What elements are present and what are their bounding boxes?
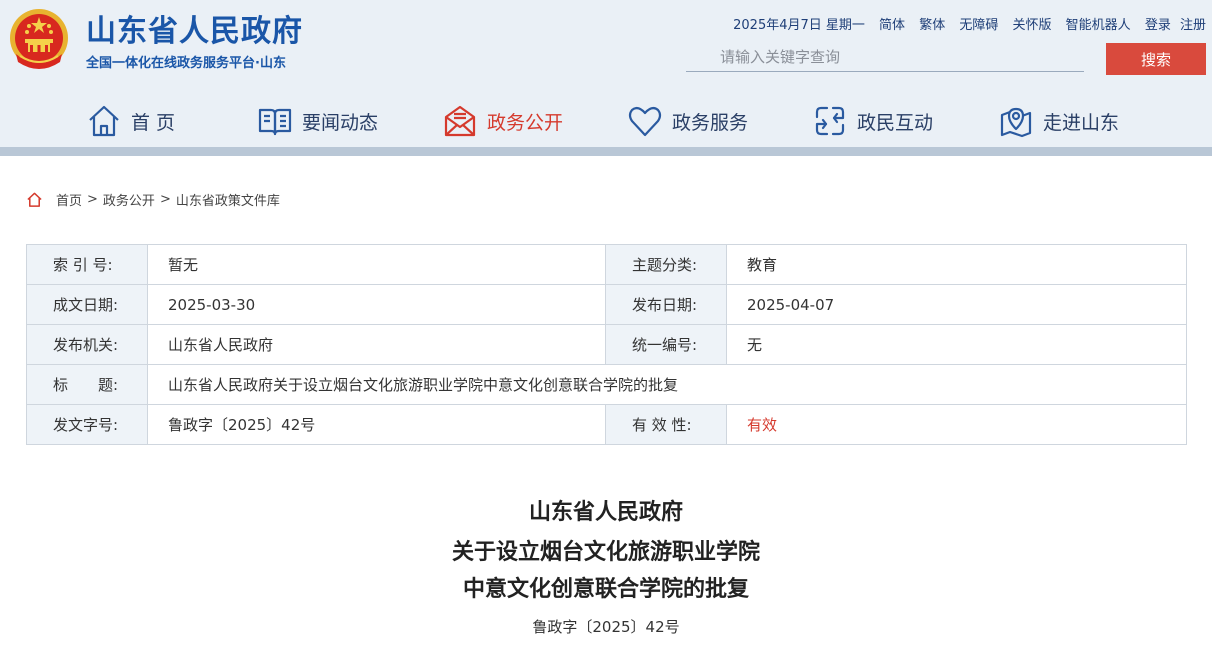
nav-label: 要闻动态 [302, 111, 379, 134]
table-row: 发文字号: 鲁政字〔2025〕42号 有 效 性: 有效 [26, 404, 1187, 445]
nav-item-about-shandong[interactable]: 走进山东 [998, 96, 1119, 146]
breadcrumb-separator: > [87, 192, 98, 207]
unified-code-label: 统一编号: [605, 324, 727, 365]
created-date-value: 2025-03-30 [147, 284, 606, 325]
breadcrumb-gov-affairs[interactable]: 政务公开 [103, 190, 155, 209]
link-login[interactable]: 登录 [1145, 18, 1171, 33]
current-date: 2025年4月7日 星期一 [733, 18, 865, 33]
nav-item-gov-affairs[interactable]: 政务公开 [442, 96, 563, 146]
link-smart-robot[interactable]: 智能机器人 [1066, 18, 1131, 33]
nav-label: 政民互动 [857, 111, 934, 134]
link-accessibility[interactable]: 无障碍 [959, 18, 998, 33]
mail-icon [444, 105, 476, 137]
issuer-label: 发布机关: [26, 324, 148, 365]
nav-label: 政务公开 [487, 111, 564, 134]
map-pin-icon [1000, 107, 1032, 138]
topic-value: 教育 [726, 244, 1187, 285]
main-nav: 首 页 要闻动态 政务公开 政务服务 政民互动 走进山东 [0, 96, 1212, 146]
breadcrumb-home[interactable]: 首页 [56, 190, 82, 209]
search-input[interactable] [686, 42, 1084, 72]
exchange-icon [815, 106, 845, 136]
search-button[interactable]: 搜索 [1106, 43, 1206, 75]
nav-label: 走进山东 [1043, 111, 1120, 134]
nav-item-interaction[interactable]: 政民互动 [812, 96, 933, 146]
breadcrumb-policy-library[interactable]: 山东省政策文件库 [176, 190, 280, 209]
header: 山东省人民政府 全国一体化在线政务服务平台·山东 2025年4月7日 星期一 简… [0, 0, 1212, 150]
doc-number-value: 鲁政字〔2025〕42号 [147, 404, 606, 445]
validity-label: 有 效 性: [605, 404, 727, 445]
national-emblem-icon [10, 9, 68, 69]
book-icon [258, 108, 292, 136]
home-icon [27, 192, 42, 207]
link-register[interactable]: 注册 [1180, 18, 1206, 33]
top-links: 2025年4月7日 星期一 简体 繁体 无障碍 关怀版 智能机器人 登录 注册 [733, 14, 1206, 33]
document-metadata-table: 索 引 号: 暂无 主题分类: 教育 成文日期: 2025-03-30 发布日期… [26, 244, 1187, 445]
link-simplified[interactable]: 简体 [879, 18, 905, 33]
created-date-label: 成文日期: [26, 284, 148, 325]
link-traditional[interactable]: 繁体 [919, 18, 945, 33]
site-title[interactable]: 山东省人民政府 [86, 6, 303, 50]
index-label: 索 引 号: [26, 244, 148, 285]
nav-label: 首 页 [131, 111, 176, 134]
breadcrumb-separator: > [159, 192, 171, 207]
published-date-value: 2025-04-07 [726, 284, 1187, 325]
link-elderly-mode[interactable]: 关怀版 [1013, 18, 1052, 33]
nav-item-news[interactable]: 要闻动态 [257, 96, 378, 146]
doc-number-label: 发文字号: [26, 404, 148, 445]
heart-icon [628, 106, 662, 137]
table-row: 索 引 号: 暂无 主题分类: 教育 [26, 244, 1187, 285]
nav-item-services[interactable]: 政务服务 [627, 96, 748, 146]
table-row: 成文日期: 2025-03-30 发布日期: 2025-04-07 [26, 284, 1187, 325]
document-title-line-2: 关于设立烟台文化旅游职业学院 [451, 540, 760, 565]
issuer-value: 山东省人民政府 [147, 324, 606, 365]
header-divider [0, 147, 1212, 156]
table-row: 发布机关: 山东省人民政府 统一编号: 无 [26, 324, 1187, 365]
unified-code-value: 无 [726, 324, 1187, 365]
breadcrumb: 首页 > 政务公开 > 山东省政策文件库 [26, 190, 280, 209]
table-row: 标 题: 山东省人民政府关于设立烟台文化旅游职业学院中意文化创意联合学院的批复 [26, 364, 1187, 405]
nav-item-home[interactable]: 首 页 [86, 96, 175, 146]
published-date-label: 发布日期: [605, 284, 727, 325]
index-value: 暂无 [147, 244, 606, 285]
document-title-line-3: 中意文化创意联合学院的批复 [462, 577, 749, 602]
title-value: 山东省人民政府关于设立烟台文化旅游职业学院中意文化创意联合学院的批复 [147, 364, 1187, 405]
document-title-line-1: 山东省人民政府 [528, 500, 683, 525]
topic-label: 主题分类: [605, 244, 727, 285]
title-label: 标 题: [26, 364, 148, 405]
document-number: 鲁政字〔2025〕42号 [532, 618, 680, 636]
home-icon [89, 105, 119, 137]
nav-label: 政务服务 [672, 111, 749, 134]
validity-value: 有效 [726, 404, 1187, 445]
site-subtitle: 全国一体化在线政务服务平台·山东 [86, 56, 286, 71]
